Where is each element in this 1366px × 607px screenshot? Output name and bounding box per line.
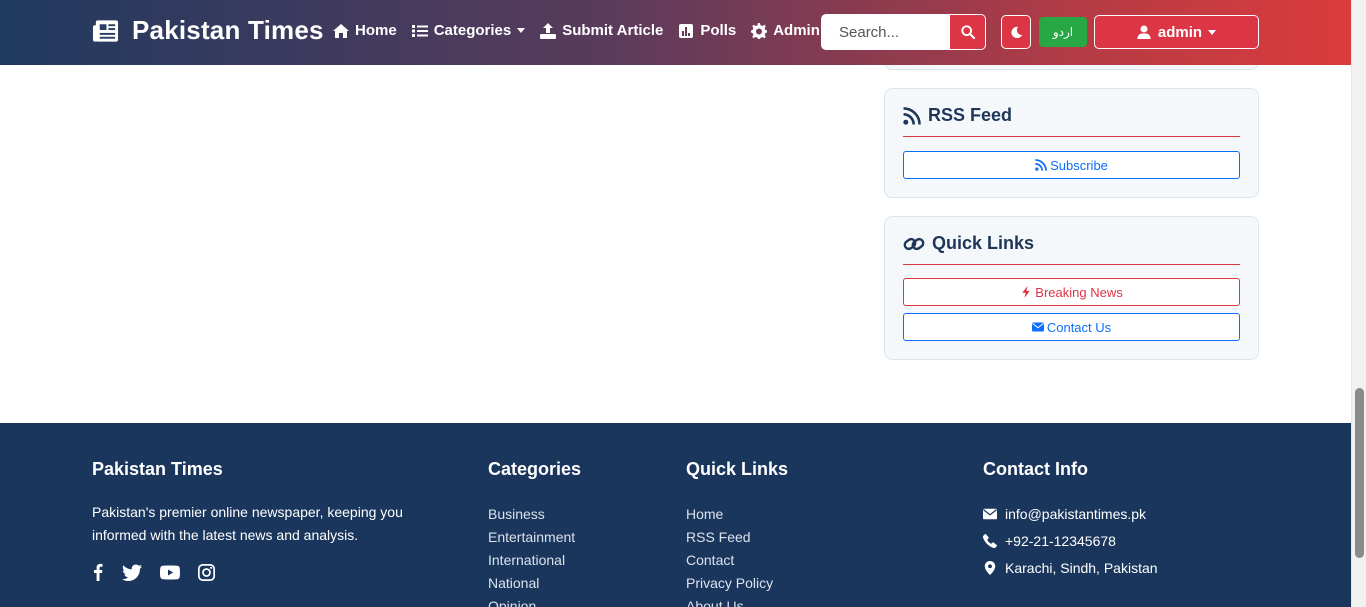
chevron-down-icon bbox=[517, 28, 526, 33]
gear-icon bbox=[751, 22, 768, 39]
footer-about-title: Pakistan Times bbox=[92, 459, 223, 479]
footer-about: Pakistan Times Pakistan's premier online… bbox=[92, 459, 422, 581]
subscribe-rss-button[interactable]: Subscribe bbox=[903, 151, 1240, 179]
brand-logo-link[interactable]: Pakistan Times bbox=[92, 15, 324, 46]
nav-admin[interactable]: Admin bbox=[751, 22, 820, 39]
footer-contact: Contact Info info@pakistantimes.pk +92-2… bbox=[983, 459, 1158, 581]
scrollbar-thumb[interactable] bbox=[1355, 388, 1364, 558]
footer-categories: Categories Business Entertainment Intern… bbox=[488, 459, 581, 607]
footer-category-link[interactable]: Entertainment bbox=[488, 526, 581, 549]
twitter-icon[interactable] bbox=[122, 564, 142, 581]
footer-category-link[interactable]: Business bbox=[488, 503, 581, 526]
footer-quick-links-title: Quick Links bbox=[686, 459, 789, 479]
footer-category-link[interactable]: International bbox=[488, 549, 581, 572]
contact-email: info@pakistantimes.pk bbox=[983, 500, 1158, 527]
nav-polls[interactable]: Polls bbox=[678, 22, 736, 39]
footer-quick-link[interactable]: About Us bbox=[686, 595, 788, 607]
page-scrollbar[interactable] bbox=[1351, 0, 1366, 607]
footer-quick-link[interactable]: Home bbox=[686, 503, 788, 526]
footer-category-link[interactable]: National bbox=[488, 572, 581, 595]
link-icon bbox=[903, 237, 925, 251]
dark-mode-toggle[interactable] bbox=[1001, 15, 1031, 49]
user-icon bbox=[1137, 25, 1151, 39]
bolt-icon bbox=[1022, 286, 1031, 298]
search-input[interactable] bbox=[821, 14, 949, 50]
envelope-icon bbox=[983, 508, 997, 519]
nav-home[interactable]: Home bbox=[333, 22, 397, 39]
footer-contact-list: info@pakistantimes.pk +92-21-12345678 Ka… bbox=[983, 500, 1158, 581]
envelope-icon bbox=[1031, 322, 1044, 332]
footer-quick-links: Quick Links Home RSS Feed Contact Privac… bbox=[686, 459, 788, 607]
footer-quick-links-list: Home RSS Feed Contact Privacy Policy Abo… bbox=[686, 503, 788, 607]
user-name: admin bbox=[1157, 23, 1203, 41]
language-toggle-button[interactable]: اردو bbox=[1039, 17, 1087, 47]
quick-links-card-header: Quick Links bbox=[903, 233, 1240, 265]
poll-icon bbox=[679, 23, 694, 38]
map-marker-icon bbox=[984, 560, 996, 575]
phone-icon bbox=[983, 533, 997, 548]
contact-phone: +92-21-12345678 bbox=[983, 527, 1158, 554]
footer-category-link[interactable]: Opinion bbox=[488, 595, 581, 607]
footer-contact-title: Contact Info bbox=[983, 459, 1088, 479]
breaking-news-button[interactable]: Breaking News bbox=[903, 278, 1240, 306]
youtube-icon[interactable] bbox=[160, 565, 180, 580]
home-icon bbox=[333, 23, 349, 38]
quick-links-title: Quick Links bbox=[932, 233, 1035, 253]
footer-quick-link[interactable]: Privacy Policy bbox=[686, 572, 788, 595]
footer-quick-link[interactable]: Contact bbox=[686, 549, 788, 572]
footer-categories-title: Categories bbox=[488, 459, 582, 479]
site-footer: Pakistan Times Pakistan's premier online… bbox=[0, 423, 1351, 607]
footer-categories-list: Business Entertainment International Nat… bbox=[488, 503, 581, 607]
rss-icon bbox=[1035, 159, 1047, 171]
main-nav: Home Categories Submit Article Polls Adm… bbox=[333, 22, 835, 39]
contact-address: Karachi, Sindh, Pakistan bbox=[983, 554, 1158, 581]
search-button[interactable] bbox=[949, 14, 986, 50]
user-menu-dropdown[interactable]: admin bbox=[1094, 15, 1259, 49]
facebook-icon[interactable] bbox=[92, 563, 104, 581]
nav-categories-dropdown[interactable]: Categories bbox=[411, 22, 526, 39]
rss-feed-title: RSS Feed bbox=[928, 105, 1013, 125]
search-form bbox=[821, 14, 986, 50]
top-navbar: Pakistan Times Home Categories Submit Ar… bbox=[0, 0, 1351, 65]
list-icon bbox=[411, 24, 428, 37]
moon-icon bbox=[1010, 26, 1022, 38]
quick-links-card: Quick Links Breaking News Contact Us bbox=[884, 216, 1259, 360]
footer-quick-link[interactable]: RSS Feed bbox=[686, 526, 788, 549]
footer-about-description: Pakistan's premier online newspaper, kee… bbox=[92, 504, 403, 543]
rss-icon bbox=[903, 107, 921, 125]
contact-us-button[interactable]: Contact Us bbox=[903, 313, 1240, 341]
chevron-down-icon bbox=[1208, 29, 1217, 35]
search-icon bbox=[960, 25, 975, 39]
nav-submit-article[interactable]: Submit Article bbox=[540, 22, 663, 39]
social-links bbox=[92, 563, 422, 581]
brand-name: Pakistan Times bbox=[132, 15, 324, 45]
newspaper-icon bbox=[92, 19, 119, 42]
rss-feed-card-header: RSS Feed bbox=[903, 105, 1240, 137]
instagram-icon[interactable] bbox=[198, 563, 215, 581]
rss-feed-card: RSS Feed Subscribe bbox=[884, 88, 1259, 198]
upload-icon bbox=[540, 22, 557, 39]
